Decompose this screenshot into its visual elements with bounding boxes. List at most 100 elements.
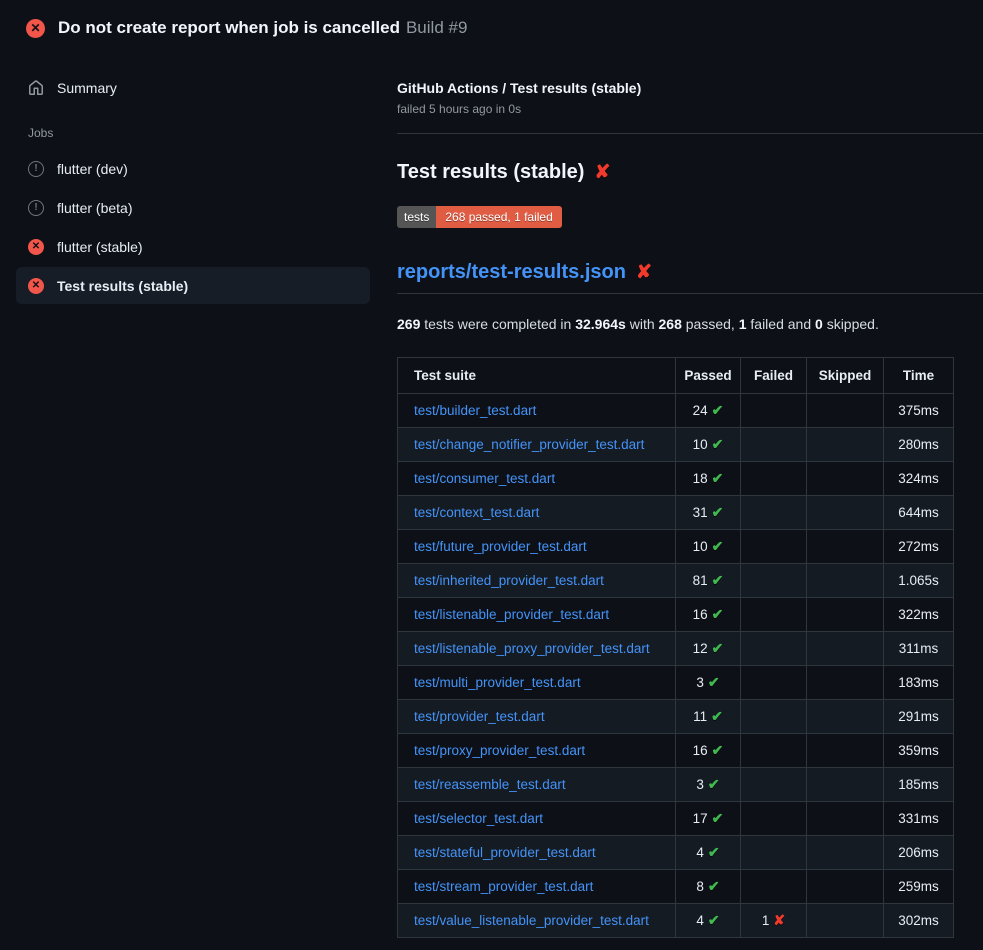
cross-icon: ✘ <box>773 912 785 928</box>
check-icon: ✔ <box>712 470 724 486</box>
passed-cell: 18✔ <box>676 462 741 496</box>
passed-cell: 10✔ <box>676 428 741 462</box>
time-cell: 375ms <box>884 394 954 428</box>
passed-cell: 31✔ <box>676 496 741 530</box>
sidebar-item-summary[interactable]: Summary <box>16 72 370 104</box>
passed-cell: 16✔ <box>676 598 741 632</box>
time-cell: 291ms <box>884 700 954 734</box>
col-header-time: Time <box>884 358 954 394</box>
sidebar-item-flutter-beta[interactable]: ! flutter (beta) <box>16 189 370 226</box>
summary-label: Summary <box>57 80 117 96</box>
table-row: test/context_test.dart 31✔ 644ms <box>398 496 954 530</box>
report-title: reports/test-results.json ✘ <box>397 261 983 294</box>
test-suite-link[interactable]: test/provider_test.dart <box>414 709 545 724</box>
test-suite-link[interactable]: test/future_provider_test.dart <box>414 539 587 554</box>
test-suite-link[interactable]: test/consumer_test.dart <box>414 471 555 486</box>
time-cell: 259ms <box>884 870 954 904</box>
badge-label: tests <box>397 206 436 228</box>
time-cell: 331ms <box>884 802 954 836</box>
test-suite-link[interactable]: test/change_notifier_provider_test.dart <box>414 437 644 452</box>
sidebar-item-label: flutter (beta) <box>57 200 132 216</box>
test-suite-link[interactable]: test/context_test.dart <box>414 505 539 520</box>
passed-cell: 16✔ <box>676 734 741 768</box>
main-panel: GitHub Actions / Test results (stable) f… <box>380 52 983 938</box>
run-status-line: failed 5 hours ago in 0s <box>397 102 983 116</box>
skipped-cell <box>807 768 884 802</box>
summary-text: skipped. <box>827 316 879 332</box>
build-number: Build #9 <box>406 18 467 37</box>
cross-icon: ✘ <box>594 163 610 182</box>
failed-count: 1 <box>739 316 747 332</box>
sidebar-item-test-results-stable[interactable]: ✕ Test results (stable) <box>16 267 370 304</box>
failed-cell <box>741 734 807 768</box>
failed-cell <box>741 428 807 462</box>
skipped-cell <box>807 530 884 564</box>
summary-text: with <box>630 316 655 332</box>
table-row: test/future_provider_test.dart 10✔ 272ms <box>398 530 954 564</box>
x-circle-icon: ✕ <box>28 239 44 255</box>
table-row: test/proxy_provider_test.dart 16✔ 359ms <box>398 734 954 768</box>
passed-cell: 10✔ <box>676 530 741 564</box>
skipped-cell <box>807 598 884 632</box>
failed-cell <box>741 666 807 700</box>
table-row: test/consumer_test.dart 18✔ 324ms <box>398 462 954 496</box>
check-icon: ✔ <box>712 538 724 554</box>
table-row: test/listenable_provider_test.dart 16✔ 3… <box>398 598 954 632</box>
check-icon: ✔ <box>708 674 720 690</box>
check-icon: ✔ <box>711 708 723 724</box>
test-results-table-body: test/builder_test.dart 24✔ 375ms test/ch… <box>398 394 954 938</box>
check-icon: ✔ <box>708 776 720 792</box>
skipped-count: 0 <box>815 316 823 332</box>
sidebar-item-flutter-dev[interactable]: ! flutter (dev) <box>16 150 370 187</box>
sidebar-item-label: flutter (dev) <box>57 161 128 177</box>
failed-cell <box>741 870 807 904</box>
sidebar-item-flutter-stable[interactable]: ✕ flutter (stable) <box>16 228 370 265</box>
passed-cell: 3✔ <box>676 666 741 700</box>
x-circle-icon: ✕ <box>28 278 44 294</box>
test-suite-link[interactable]: test/reassemble_test.dart <box>414 777 566 792</box>
table-row: test/reassemble_test.dart 3✔ 185ms <box>398 768 954 802</box>
table-row: test/stateful_provider_test.dart 4✔ 206m… <box>398 836 954 870</box>
passed-count: 268 <box>659 316 682 332</box>
tests-status-badge: tests 268 passed, 1 failed <box>397 206 562 228</box>
table-row: test/change_notifier_provider_test.dart … <box>398 428 954 462</box>
check-icon: ✔ <box>708 912 720 928</box>
check-icon: ✔ <box>708 844 720 860</box>
check-icon: ✔ <box>712 810 724 826</box>
table-row: test/builder_test.dart 24✔ 375ms <box>398 394 954 428</box>
test-suite-link[interactable]: test/stateful_provider_test.dart <box>414 845 596 860</box>
duration-value: 32.964s <box>575 316 626 332</box>
report-title-link[interactable]: reports/test-results.json <box>397 261 626 284</box>
failed-cell <box>741 768 807 802</box>
time-cell: 644ms <box>884 496 954 530</box>
col-header-test-suite: Test suite <box>398 358 676 394</box>
test-suite-link[interactable]: test/inherited_provider_test.dart <box>414 573 604 588</box>
test-results-table: Test suite Passed Failed Skipped Time te… <box>397 357 954 938</box>
passed-cell: 12✔ <box>676 632 741 666</box>
test-suite-link[interactable]: test/selector_test.dart <box>414 811 543 826</box>
run-title-text: Do not create report when job is cancell… <box>58 18 400 37</box>
test-suite-link[interactable]: test/builder_test.dart <box>414 403 536 418</box>
failed-cell <box>741 394 807 428</box>
time-cell: 183ms <box>884 666 954 700</box>
test-suite-link[interactable]: test/stream_provider_test.dart <box>414 879 593 894</box>
summary-text: failed and <box>750 316 811 332</box>
skipped-cell <box>807 734 884 768</box>
passed-cell: 8✔ <box>676 870 741 904</box>
table-header-row: Test suite Passed Failed Skipped Time <box>398 358 954 394</box>
check-icon: ✔ <box>708 878 720 894</box>
test-suite-link[interactable]: test/value_listenable_provider_test.dart <box>414 913 649 928</box>
test-suite-link[interactable]: test/proxy_provider_test.dart <box>414 743 585 758</box>
time-cell: 280ms <box>884 428 954 462</box>
check-icon: ✔ <box>712 606 724 622</box>
test-suite-link[interactable]: test/listenable_provider_test.dart <box>414 607 609 622</box>
passed-cell: 81✔ <box>676 564 741 598</box>
table-row: test/multi_provider_test.dart 3✔ 183ms <box>398 666 954 700</box>
test-suite-link[interactable]: test/listenable_proxy_provider_test.dart <box>414 641 650 656</box>
skipped-cell <box>807 904 884 938</box>
section-title-text: Test results (stable) <box>397 161 584 184</box>
test-suite-link[interactable]: test/multi_provider_test.dart <box>414 675 581 690</box>
summary-line: 269 tests were completed in 32.964s with… <box>397 316 983 332</box>
check-icon: ✔ <box>712 436 724 452</box>
skipped-cell <box>807 836 884 870</box>
